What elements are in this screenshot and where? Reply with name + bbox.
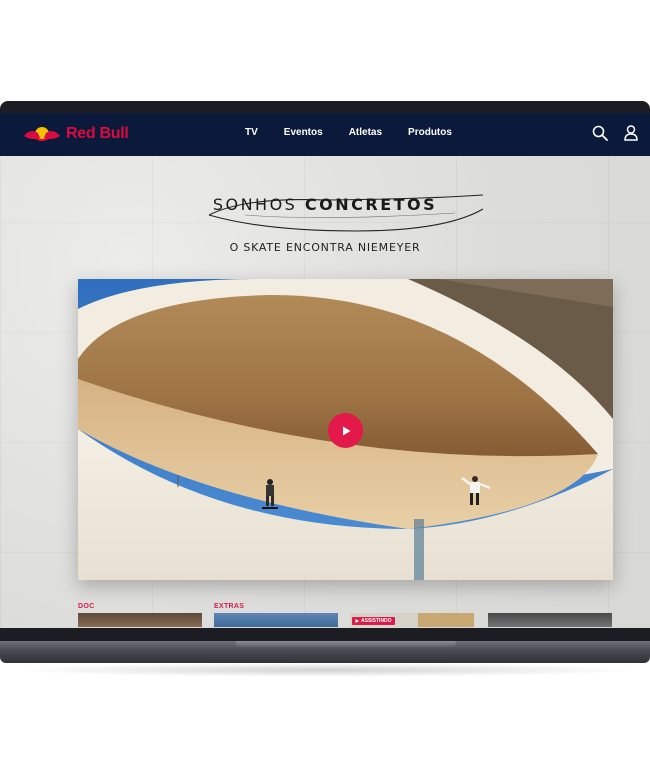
video-thumbnail[interactable] <box>78 613 202 627</box>
video-thumbnail[interactable]: ASSISTINDO <box>350 613 474 627</box>
bulls-icon <box>24 127 60 141</box>
logo-text: Red Bull <box>66 125 129 142</box>
laptop-notch <box>236 641 456 647</box>
top-navbar: Red Bull TV Eventos Atletas Produtos <box>0 113 650 156</box>
title-light: SONHOS <box>212 195 298 214</box>
hero-title: SONHOS CONCRETOS <box>0 195 650 215</box>
laptop-shadow <box>10 663 640 677</box>
video-thumbnail[interactable] <box>488 613 612 627</box>
red-bull-logo[interactable]: Red Bull <box>22 122 129 146</box>
nav-produtos[interactable]: Produtos <box>408 127 452 138</box>
nav-actions <box>592 125 638 141</box>
category-doc: DOC <box>78 603 95 610</box>
play-icon <box>342 426 350 435</box>
hero-video[interactable] <box>78 279 613 580</box>
browser-viewport: Red Bull TV Eventos Atletas Produtos SON… <box>0 113 650 628</box>
play-button[interactable] <box>328 413 363 448</box>
search-icon[interactable] <box>592 125 608 141</box>
nav-eventos[interactable]: Eventos <box>284 127 323 138</box>
watching-badge: ASSISTINDO <box>352 617 395 625</box>
title-bold: CONCRETOS <box>304 195 438 214</box>
category-extras: EXTRAS <box>214 603 245 610</box>
nav-tv[interactable]: TV <box>245 127 258 138</box>
nav-atletas[interactable]: Atletas <box>349 127 382 138</box>
play-icon <box>355 619 359 623</box>
main-nav: TV Eventos Atletas Produtos <box>245 127 452 138</box>
content-row: DOC EXTRAS ASSISTINDO <box>0 603 650 628</box>
video-thumbnail[interactable] <box>214 613 338 627</box>
watching-label: ASSISTINDO <box>361 618 392 624</box>
user-icon[interactable] <box>624 125 638 141</box>
hero-subtitle: O SKATE ENCONTRA NIEMEYER <box>229 241 421 254</box>
